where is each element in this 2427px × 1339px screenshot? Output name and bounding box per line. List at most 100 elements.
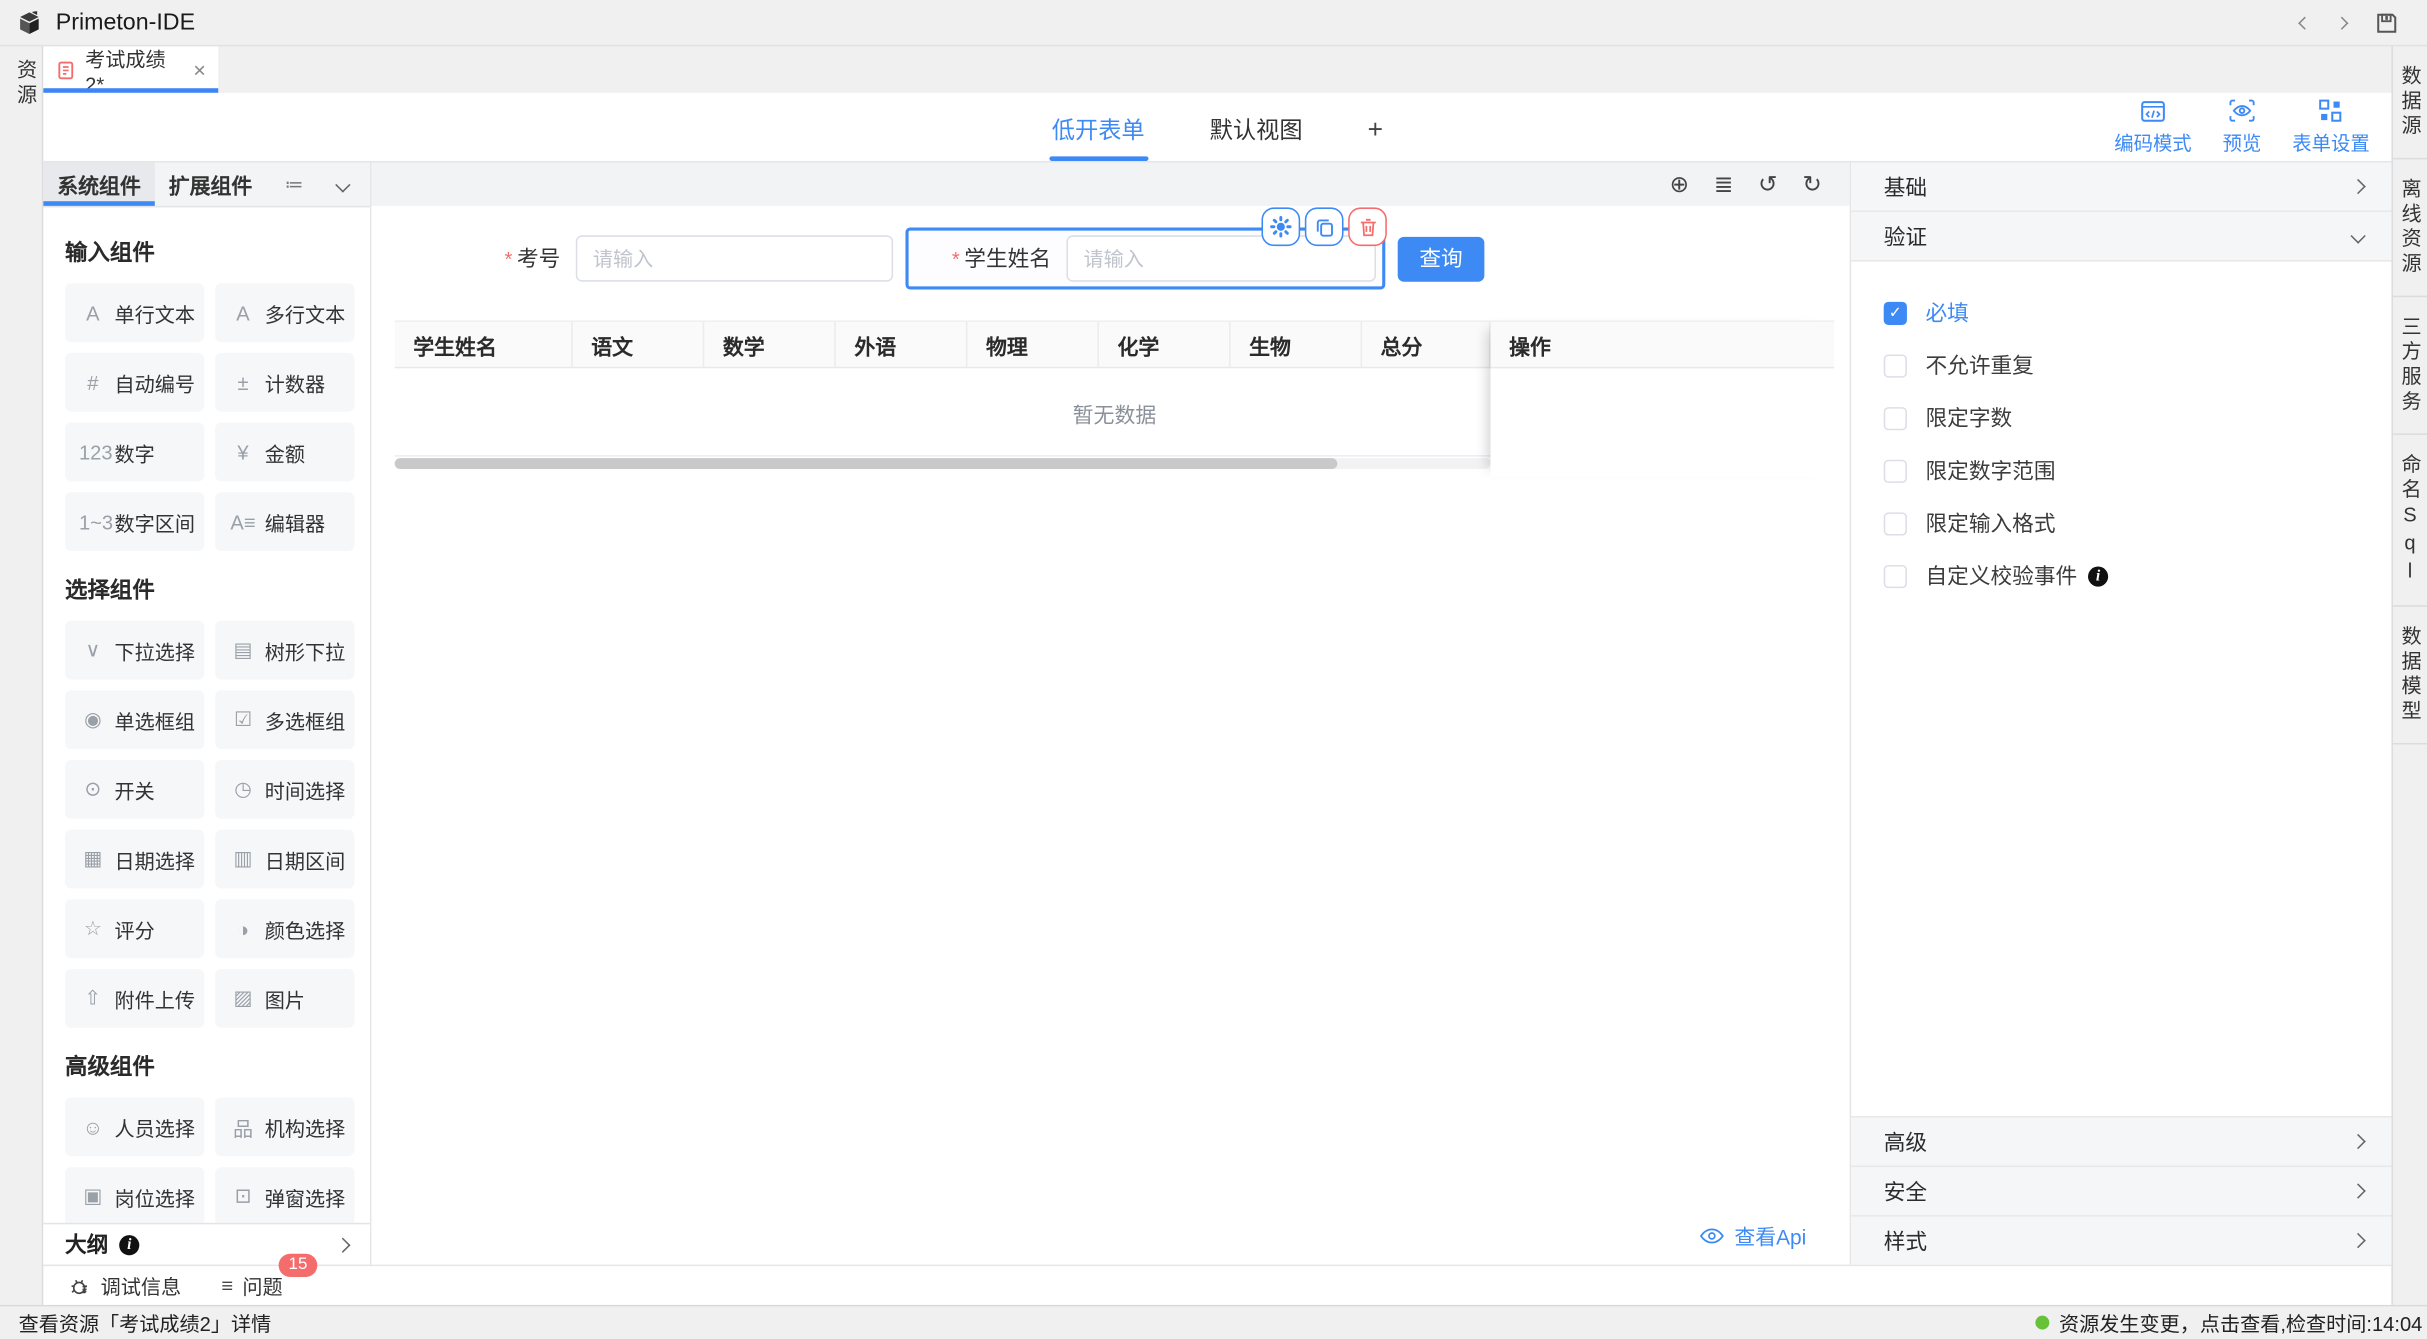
tab-extended-components[interactable]: 扩展组件 (155, 163, 266, 206)
redo-icon[interactable]: ↻ (1802, 173, 1821, 196)
outline-bar[interactable]: 大纲 i (43, 1223, 370, 1265)
copy-chip[interactable] (1305, 207, 1344, 246)
validation-option[interactable]: 限定数字范围 (1884, 444, 2392, 497)
component-item[interactable]: A多行文本 (215, 283, 354, 342)
exam-number-input[interactable] (576, 235, 893, 281)
validation-option[interactable]: ✓必填 (1884, 286, 2392, 339)
component-item[interactable]: #自动编号 (65, 353, 204, 412)
chevron-right-icon (2350, 179, 2365, 194)
query-button[interactable]: 查询 (1398, 236, 1485, 281)
field-student-name-selected[interactable]: *学生姓名 (905, 228, 1385, 290)
checkbox[interactable] (1884, 406, 1907, 429)
document-tab[interactable]: 考试成绩2* × (43, 46, 218, 92)
field-exam-number[interactable]: *考号 (449, 235, 893, 281)
component-item[interactable]: ▤树形下拉 (215, 621, 354, 680)
section-validation[interactable]: 验证 (1851, 212, 2391, 262)
component-item[interactable]: ▨图片 (215, 969, 354, 1028)
component-icon: ¥ (229, 440, 257, 463)
component-item-label: 机构选择 (265, 1112, 346, 1141)
horizontal-scrollbar[interactable] (395, 458, 1491, 469)
component-item[interactable]: ◑颜色选择 (215, 899, 354, 958)
section-样式[interactable]: 样式 (1851, 1215, 2391, 1265)
nav-forward-icon[interactable] (2335, 16, 2348, 29)
info-icon: i (119, 1234, 139, 1254)
component-item[interactable]: 123数字 (65, 423, 204, 482)
component-item[interactable]: ☺人员选择 (65, 1097, 204, 1156)
preview-eye-icon (2229, 98, 2255, 123)
view-tab-默认视图[interactable]: 默认视图 (1207, 94, 1306, 161)
validation-options: ✓必填不允许重复限定字数限定数字范围限定输入格式自定义校验事件i (1851, 262, 2391, 603)
rail-tab-resources[interactable]: 资源 (11, 59, 40, 109)
tab-close-icon[interactable]: × (193, 57, 206, 82)
component-item[interactable]: ◷时间选择 (215, 760, 354, 819)
debug-info-item[interactable]: 调试信息 (70, 1271, 181, 1300)
undo-icon[interactable]: ↺ (1758, 173, 1777, 196)
validation-option[interactable]: 限定输入格式 (1884, 497, 2392, 550)
copy-icon (1313, 216, 1335, 238)
section-安全[interactable]: 安全 (1851, 1166, 2391, 1216)
view-tab-低开表单[interactable]: 低开表单 (1049, 94, 1148, 161)
status-right-text: 资源发生变更，点击查看,检查时间:14:04 (2059, 1308, 2422, 1337)
rail-tab-三方服务[interactable]: 三方服务 (2393, 297, 2427, 435)
checkbox[interactable] (1884, 459, 1907, 482)
component-item[interactable]: ∨下拉选择 (65, 621, 204, 680)
component-item-label: 时间选择 (265, 775, 346, 804)
section-高级[interactable]: 高级 (1851, 1116, 2391, 1166)
eye-icon (1700, 1227, 1725, 1244)
checkbox[interactable]: ✓ (1884, 301, 1907, 324)
component-item[interactable]: ⊙开关 (65, 760, 204, 819)
rail-tab-命名Sql[interactable]: 命名Sql (2393, 435, 2427, 607)
checkbox[interactable] (1884, 512, 1907, 535)
component-list-icon[interactable]: ≔ (285, 173, 304, 195)
outline-tree-icon[interactable]: ≣ (1714, 173, 1733, 196)
delete-chip[interactable] (1348, 207, 1387, 246)
problems-item[interactable]: ≡ 问题 15 (221, 1271, 282, 1300)
validation-option-label: 自定义校验事件 (1926, 560, 2078, 591)
operation-fixed-column: 操作 (1491, 320, 1835, 476)
save-icon[interactable] (2374, 10, 2399, 35)
component-item[interactable]: ¥金额 (215, 423, 354, 482)
view-tab-+[interactable]: + (1364, 96, 1386, 161)
rail-tab-离线资源[interactable]: 离线资源 (2393, 159, 2427, 297)
primeton-logo-icon (15, 9, 43, 37)
code-mode-label: 编码模式 (2114, 126, 2191, 155)
component-item[interactable]: A单行文本 (65, 283, 204, 342)
component-item[interactable]: ▥日期区间 (215, 830, 354, 889)
component-item[interactable]: ⇧附件上传 (65, 969, 204, 1028)
checkbox[interactable] (1884, 564, 1907, 587)
checkbox[interactable] (1884, 354, 1907, 377)
component-icon: # (79, 371, 107, 394)
validation-option[interactable]: 不允许重复 (1884, 339, 2392, 392)
outline-expand-icon[interactable] (335, 1237, 350, 1252)
validation-option[interactable]: 限定字数 (1884, 392, 2392, 445)
component-item[interactable]: ◉单选框组 (65, 690, 204, 749)
form-settings-button[interactable]: 表单设置 (2292, 98, 2369, 155)
component-item[interactable]: ⊡弹窗选择 (215, 1167, 354, 1223)
nav-back-icon[interactable] (2298, 16, 2311, 29)
validation-option[interactable]: 自定义校验事件i (1884, 549, 2392, 602)
status-left-text[interactable]: 查看资源「考试成绩2」详情 (19, 1308, 272, 1337)
rail-tab-数据源[interactable]: 数据源 (2393, 46, 2427, 159)
i18n-globe-icon[interactable]: ⊕ (1670, 173, 1689, 196)
component-item[interactable]: ±计数器 (215, 353, 354, 412)
view-api-link[interactable]: 查看Api (1700, 1220, 1806, 1251)
settings-chip[interactable] (1261, 207, 1300, 246)
section-basic[interactable]: 基础 (1851, 163, 2391, 213)
status-bar: 查看资源「考试成绩2」详情 资源发生变更，点击查看,检查时间:14:04 (0, 1305, 2427, 1339)
component-item[interactable]: 品机构选择 (215, 1097, 354, 1156)
tab-system-components[interactable]: 系统组件 (43, 163, 154, 206)
component-item[interactable]: ☆评分 (65, 899, 204, 958)
component-item[interactable]: ▦日期选择 (65, 830, 204, 889)
component-item[interactable]: ▣岗位选择 (65, 1167, 204, 1223)
component-icon: ☺ (79, 1115, 107, 1138)
rail-tab-数据模型[interactable]: 数据模型 (2393, 607, 2427, 745)
code-mode-button[interactable]: 编码模式 (2114, 98, 2191, 155)
component-item[interactable]: A≡编辑器 (215, 492, 354, 551)
status-right[interactable]: 资源发生变更，点击查看,检查时间:14:04 (2036, 1308, 2423, 1337)
component-item[interactable]: 1~3数字区间 (65, 492, 204, 551)
preview-button[interactable]: 预览 (2223, 98, 2262, 155)
scrollbar-thumb[interactable] (395, 458, 1337, 469)
component-item-label: 日期区间 (265, 844, 346, 873)
panel-collapse-icon[interactable] (335, 177, 350, 192)
component-item[interactable]: ☑多选框组 (215, 690, 354, 749)
